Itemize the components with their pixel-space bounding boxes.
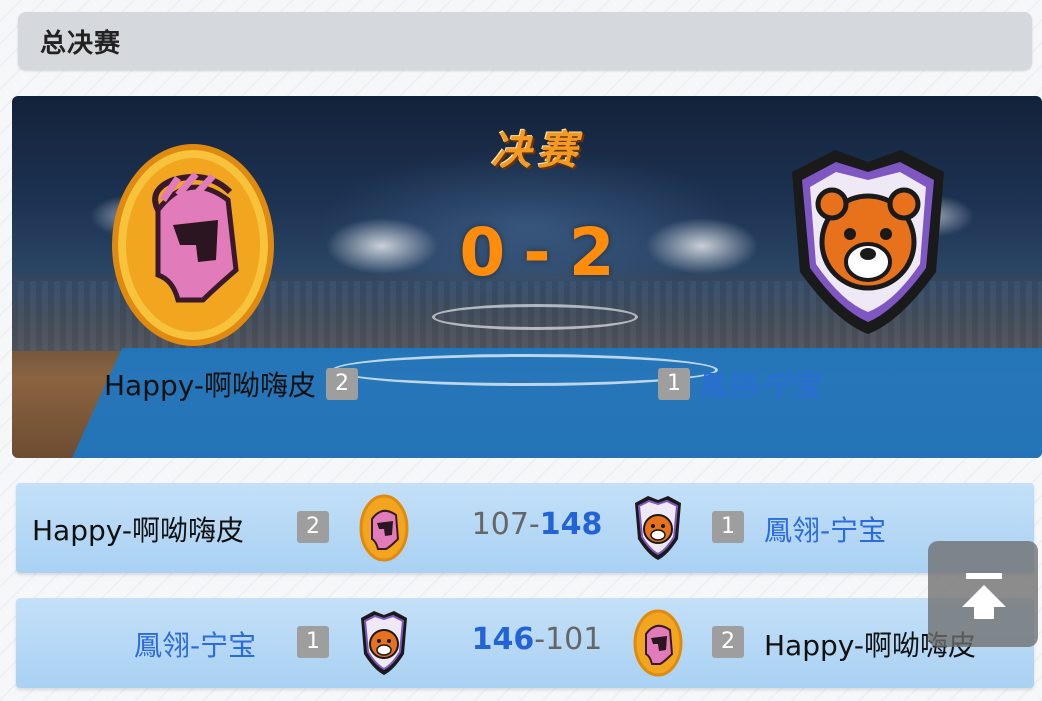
- spartan-helmet-icon[interactable]: [112, 144, 274, 346]
- game-left-seed-badge: 1: [297, 626, 329, 658]
- game-right-seed-badge: 2: [712, 626, 744, 658]
- finals-banner: 决赛 0-2 Happy-啊呦嗨皮 2 1 鳳翎-宁宝: [12, 96, 1042, 458]
- home-team-seed-badge: 2: [325, 368, 358, 400]
- game-right-team-name[interactable]: 鳳翎-宁宝: [764, 509, 886, 549]
- bear-shield-icon[interactable]: [780, 142, 956, 338]
- series-score: 0-2: [422, 214, 652, 291]
- arrow-up-stem: [974, 605, 994, 619]
- page-title: 总决赛: [40, 28, 122, 59]
- spartan-helmet-icon: [358, 493, 410, 563]
- home-team-name[interactable]: Happy-啊呦嗨皮: [104, 364, 316, 404]
- score-separator: -: [523, 214, 551, 291]
- stage-title: 决赛: [491, 128, 583, 174]
- game-row[interactable]: Happy-啊呦嗨皮 2 107-148 1 鳳翎-宁宝: [16, 483, 1034, 573]
- game-left-team-name[interactable]: Happy-啊呦嗨皮: [32, 509, 244, 549]
- bear-shield-icon: [358, 608, 410, 678]
- game-right-seed-badge: 1: [712, 511, 744, 543]
- game-right-score: 101: [545, 622, 603, 657]
- game-left-score: 146: [471, 622, 535, 657]
- scroll-to-top-button[interactable]: [928, 541, 1038, 647]
- away-team-name[interactable]: 鳳翎-宁宝: [700, 364, 822, 404]
- section-header: 总决赛: [18, 12, 1032, 70]
- game-score-separator: -: [534, 622, 546, 657]
- game-score: 146-101: [457, 622, 617, 657]
- game-score: 107-148: [457, 507, 617, 542]
- arrow-up-icon: [962, 585, 1006, 607]
- game-left-seed-badge: 2: [297, 511, 329, 543]
- away-series-score: 2: [568, 214, 615, 291]
- game-score-separator: -: [528, 507, 540, 542]
- away-team[interactable]: 1 鳳翎-宁宝: [658, 364, 822, 404]
- away-team-seed-badge: 1: [658, 368, 690, 400]
- game-row[interactable]: 鳳翎-宁宝 1 146-101 2 Happy-啊呦嗨皮: [16, 598, 1034, 688]
- game-left-team-name[interactable]: 鳳翎-宁宝: [134, 624, 256, 664]
- scroll-to-top-icon: [966, 573, 1002, 579]
- game-left-score: 107: [471, 507, 529, 542]
- bear-shield-icon: [632, 493, 684, 563]
- home-team[interactable]: Happy-啊呦嗨皮 2: [104, 364, 358, 404]
- court-center-circle: [432, 304, 638, 330]
- game-right-score: 148: [539, 507, 603, 542]
- spartan-helmet-icon: [632, 608, 684, 678]
- home-series-score: 0: [459, 214, 506, 291]
